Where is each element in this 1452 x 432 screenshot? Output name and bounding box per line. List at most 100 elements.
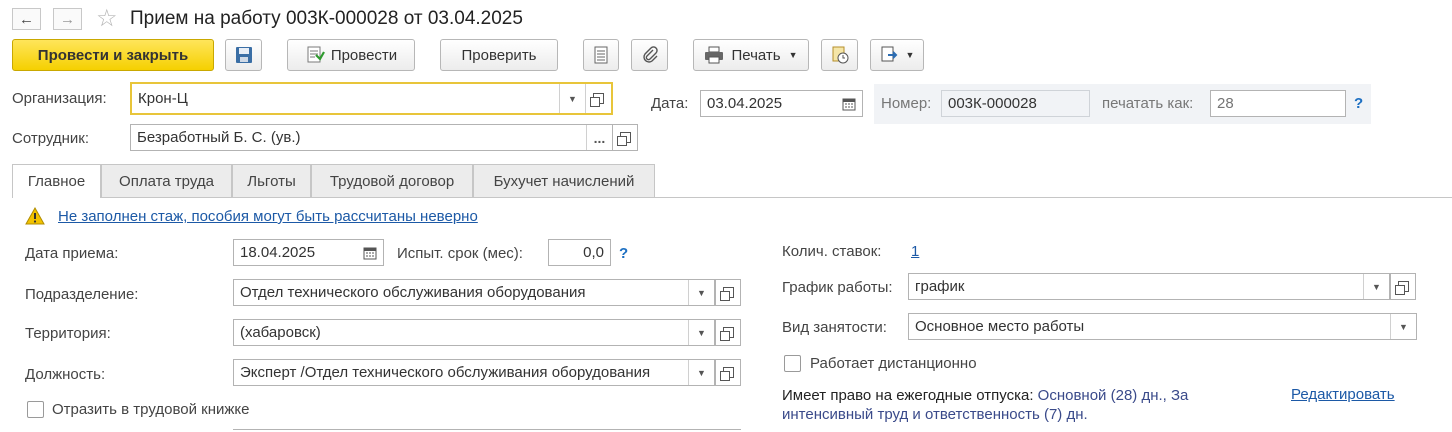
organization-open-button[interactable] [585, 84, 611, 113]
tab-divider [101, 197, 1452, 198]
probation-help-icon[interactable]: ? [619, 245, 628, 262]
vacation-label: Имеет право на ежегодные отпуска: [782, 387, 1034, 404]
position-open-button[interactable] [715, 359, 741, 386]
open-icon [719, 327, 734, 341]
department-value: Отдел технического обслуживания оборудов… [240, 284, 586, 301]
tab-labor-contract[interactable]: Трудовой договор [311, 164, 473, 197]
create-based-on-button[interactable]: ▼ [870, 39, 924, 71]
open-icon [616, 132, 631, 146]
remote-work-label: Работает дистанционно [810, 355, 977, 372]
employee-value: Безработный Б. С. (ув.) [137, 129, 301, 146]
department-label: Подразделение: [25, 286, 139, 303]
position-value: Эксперт /Отдел технического обслуживания… [240, 364, 651, 381]
warning-icon [25, 207, 45, 225]
territory-label: Территория: [25, 325, 111, 342]
chevron-down-icon: ▼ [788, 50, 798, 60]
chevron-down-icon: ▼ [1399, 321, 1408, 332]
calendar-icon[interactable] [363, 246, 377, 260]
department-dropdown-button[interactable]: ▼ [688, 280, 714, 305]
post-button-label: Провести [330, 46, 398, 64]
open-icon [1394, 281, 1409, 295]
save-button[interactable] [225, 39, 262, 71]
favorite-star-icon[interactable]: ☆ [96, 4, 118, 33]
employee-label: Сотрудник: [12, 130, 90, 147]
probation-label: Испыт. срок (мес): [397, 245, 523, 262]
post-document-icon [307, 46, 325, 63]
open-icon [719, 367, 734, 381]
schedule-label: График работы: [782, 279, 893, 296]
attach-button[interactable] [631, 39, 668, 71]
reflect-in-workbook-checkbox[interactable] [27, 401, 44, 418]
printer-icon [705, 46, 724, 64]
open-icon [719, 287, 734, 301]
print-as-help-icon[interactable]: ? [1354, 95, 1363, 112]
number-field[interactable]: 003К-000028 [941, 90, 1090, 117]
seniority-warning-link[interactable]: Не заполнен стаж, пособия могут быть рас… [58, 208, 478, 225]
print-as-label: печатать как: [1102, 95, 1194, 112]
organization-field[interactable]: Крон-Ц ▼ [130, 82, 613, 115]
position-label: Должность: [25, 366, 106, 383]
employment-type-dropdown-button[interactable]: ▼ [1390, 314, 1416, 339]
tab-main[interactable]: Главное [12, 164, 101, 198]
vacation-value-line1: Основной (28) дн., За [1037, 387, 1189, 404]
territory-open-button[interactable] [715, 319, 741, 346]
calendar-icon[interactable] [842, 97, 856, 111]
forward-arrow-icon: → [60, 10, 75, 28]
report-button[interactable] [821, 39, 858, 71]
employment-type-field[interactable]: Основное место работы ▼ [908, 313, 1417, 340]
post-button[interactable]: Провести [287, 39, 415, 71]
print-button[interactable]: Печать ▼ [693, 39, 809, 71]
date-value: 03.04.2025 [707, 95, 783, 112]
list-icon [594, 46, 608, 64]
date-label: Дата: [651, 95, 689, 112]
position-field[interactable]: Эксперт /Отдел технического обслуживания… [233, 359, 715, 386]
post-and-close-button[interactable]: Провести и закрыть [12, 39, 214, 71]
territory-field[interactable]: (хабаровск) ▼ [233, 319, 715, 346]
employment-type-label: Вид занятости: [782, 319, 887, 336]
territory-dropdown-button[interactable]: ▼ [688, 320, 714, 345]
window-title: Прием на работу 003К-000028 от 03.04.202… [130, 8, 523, 29]
list-button[interactable] [583, 39, 619, 71]
department-field[interactable]: Отдел технического обслуживания оборудов… [233, 279, 715, 306]
rates-label: Колич. ставок: [782, 243, 882, 260]
employment-type-value: Основное место работы [915, 318, 1085, 335]
remote-work-checkbox[interactable] [784, 355, 801, 372]
edit-vacations-link[interactable]: Редактировать [1291, 386, 1395, 403]
chevron-down-icon: ▼ [697, 327, 706, 338]
number-value: 003К-000028 [948, 95, 1037, 112]
reflect-in-workbook-label: Отразить в трудовой книжке [52, 401, 250, 418]
employee-open-button[interactable] [612, 124, 638, 151]
number-label: Номер: [881, 95, 932, 112]
print-button-label: Печать [731, 46, 781, 64]
chevron-down-icon: ▼ [697, 367, 706, 378]
tab-benefits[interactable]: Льготы [232, 164, 311, 197]
forward-button[interactable]: → [53, 8, 82, 30]
territory-value: (хабаровск) [240, 324, 321, 341]
back-button[interactable]: ← [12, 8, 41, 30]
date-field[interactable]: 03.04.2025 [700, 90, 863, 117]
chevron-down-icon: ▼ [568, 93, 577, 104]
check-button[interactable]: Проверить [440, 39, 558, 71]
tab-accounting[interactable]: Бухучет начислений [473, 164, 655, 197]
schedule-dropdown-button[interactable]: ▼ [1363, 274, 1389, 299]
rates-link[interactable]: 1 [911, 243, 919, 260]
department-open-button[interactable] [715, 279, 741, 306]
open-icon [590, 93, 604, 107]
probation-field[interactable]: 0,0 [548, 239, 611, 266]
chevron-down-icon: ▼ [697, 287, 706, 298]
position-dropdown-button[interactable]: ▼ [688, 360, 714, 385]
organization-dropdown-button[interactable]: ▼ [559, 84, 585, 113]
schedule-field[interactable]: график ▼ [908, 273, 1390, 300]
hire-date-label: Дата приема: [25, 245, 119, 262]
schedule-value: график [915, 278, 965, 295]
employee-select-button[interactable]: ... [586, 125, 612, 150]
schedule-open-button[interactable] [1390, 273, 1416, 300]
vacation-value-line2: интенсивный труд и ответственность (7) д… [782, 406, 1088, 423]
employee-field[interactable]: Безработный Б. С. (ув.) ... [130, 124, 613, 151]
chevron-down-icon: ▼ [1372, 281, 1381, 292]
organization-value: Крон-Ц [138, 90, 188, 107]
tab-payment[interactable]: Оплата труда [101, 164, 232, 197]
hire-date-value: 18.04.2025 [240, 244, 316, 261]
hire-date-field[interactable]: 18.04.2025 [233, 239, 384, 266]
print-as-input[interactable] [1210, 90, 1346, 117]
